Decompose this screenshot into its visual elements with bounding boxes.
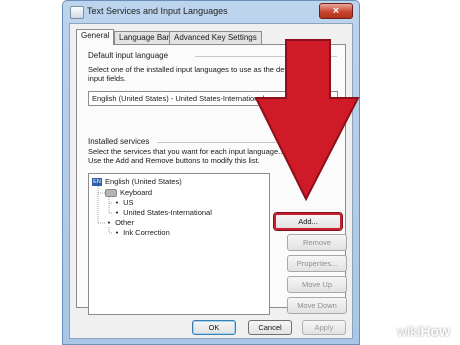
remove-button[interactable]: Remove [287,234,347,251]
app-icon [70,6,84,19]
group-divider [157,142,337,143]
tree-connector-lines [97,186,113,234]
services-tree[interactable]: EN English (United States) Keyboard • US … [88,173,270,315]
default-language-description: Select one of the installed input langua… [88,65,317,83]
tab-language-bar[interactable]: Language Bar [114,31,175,44]
move-down-button[interactable]: Move Down [287,297,347,314]
installed-services-heading: Installed services [88,137,150,146]
group-divider [195,56,337,57]
general-panel: Default input language Select one of the… [76,44,347,315]
installed-services-description-2: Use the Add and Remove buttons to modify… [88,156,260,165]
installed-services-description-1: Select the services that you want for ea… [88,147,285,156]
watermark-wiki: wiki [397,323,421,339]
dialog-body: General Language Bar Advanced Key Settin… [69,23,353,339]
move-up-button[interactable]: Move Up [287,276,347,293]
tab-advanced-key-settings[interactable]: Advanced Key Settings [169,31,262,44]
watermark-how: How [420,323,450,339]
dialog-window: Text Services and Input Languages × Gene… [62,0,360,345]
title-bar: Text Services and Input Languages × [63,1,359,23]
tab-general[interactable]: General [76,29,115,45]
default-language-select[interactable]: English (United States) - United States-… [88,91,338,106]
window-title: Text Services and Input Languages [87,6,228,16]
apply-button[interactable]: Apply [302,320,346,335]
ok-button[interactable]: OK [192,320,236,335]
default-language-heading: Default input language [88,51,169,60]
wikihow-watermark: wikiHow [397,323,450,339]
add-button[interactable]: Add... [274,213,342,230]
cancel-button[interactable]: Cancel [248,320,292,335]
properties-button[interactable]: Properties... [287,255,347,272]
close-button[interactable]: × [319,3,353,19]
